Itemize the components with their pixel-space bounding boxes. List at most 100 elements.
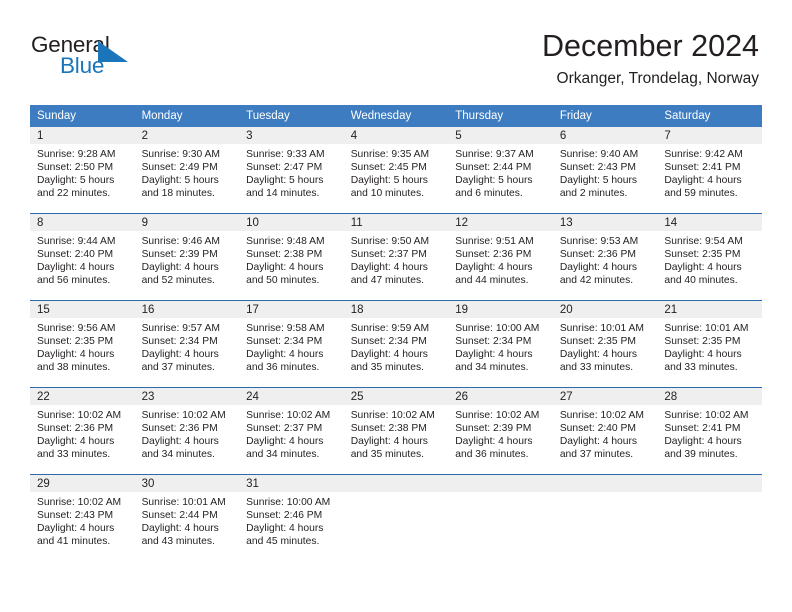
day-details: Sunrise: 9:33 AM Sunset: 2:47 PM Daylight:… bbox=[239, 144, 344, 200]
calendar-day-cell[interactable]: 11 Sunrise: 9:50 AM Sunset: 2:37 PM Dayligh… bbox=[343, 213, 449, 301]
calendar-day-cell[interactable]: 6 Sunrise: 9:40 AM Sunset: 2:43 PM Daylight… bbox=[552, 127, 658, 214]
day-number: 13 bbox=[552, 214, 658, 231]
daylight-duration-line1: Daylight: 4 hours bbox=[350, 262, 428, 274]
calendar-day-cell[interactable]: 22 Sunrise: 10:02 AM Sunset: 2:36 PM Daylig… bbox=[30, 387, 135, 475]
sunset-time: Sunset: 2:36 PM bbox=[455, 249, 532, 261]
calendar-day-cell[interactable]: 15 Sunrise: 9:56 AM Sunset: 2:35 PM Dayligh… bbox=[30, 300, 135, 388]
calendar-day-cell[interactable]: 16 Sunrise: 9:57 AM Sunset: 2:34 PM Dayligh… bbox=[134, 300, 240, 388]
calendar-body: 1 Sunrise: 9:28 AM Sunset: 2:50 PM Daylight… bbox=[30, 127, 762, 557]
calendar-day-cell[interactable]: 27 Sunrise: 10:02 AM Sunset: 2:40 PM Daylig… bbox=[552, 387, 658, 475]
day-details: Sunrise: 9:53 AM Sunset: 2:36 PM Daylight:… bbox=[553, 231, 658, 287]
calendar-day-cell[interactable]: 4 Sunrise: 9:35 AM Sunset: 2:45 PM Daylight… bbox=[343, 127, 449, 214]
calendar-day-cell[interactable]: 14 Sunrise: 9:54 AM Sunset: 2:35 PM Dayligh… bbox=[657, 213, 762, 301]
calendar-day-cell[interactable]: 23 Sunrise: 10:02 AM Sunset: 2:36 PM Daylig… bbox=[134, 387, 240, 475]
day-details: Sunrise: 9:57 AM Sunset: 2:34 PM Daylight:… bbox=[135, 318, 240, 374]
daylight-duration-line2: and 35 minutes. bbox=[350, 449, 424, 461]
calendar-day-cell[interactable]: 26 Sunrise: 10:02 AM Sunset: 2:39 PM Daylig… bbox=[448, 387, 553, 475]
sunrise-time: Sunrise: 9:40 AM bbox=[559, 149, 639, 160]
calendar-day-cell[interactable]: 30 Sunrise: 10:01 AM Sunset: 2:44 PM Daylig… bbox=[134, 474, 240, 557]
sunset-time: Sunset: 2:35 PM bbox=[664, 336, 741, 348]
sunset-time: Sunset: 2:44 PM bbox=[455, 162, 532, 174]
calendar-day-cell[interactable]: 25 Sunrise: 10:02 AM Sunset: 2:38 PM Daylig… bbox=[343, 387, 449, 475]
day-number: 8 bbox=[30, 214, 135, 231]
dow-header-tuesday: Tuesday bbox=[239, 105, 344, 127]
sunset-time: Sunset: 2:35 PM bbox=[559, 336, 636, 348]
day-number bbox=[657, 475, 762, 492]
sunset-time: Sunset: 2:43 PM bbox=[559, 162, 636, 174]
sunset-time: Sunset: 2:38 PM bbox=[246, 249, 323, 261]
sunrise-time: Sunrise: 9:51 AM bbox=[455, 236, 534, 247]
daylight-duration-line2: and 47 minutes. bbox=[350, 275, 424, 287]
calendar-day-cell[interactable]: 18 Sunrise: 9:59 AM Sunset: 2:34 PM Dayligh… bbox=[343, 300, 449, 388]
daylight-duration-line1: Daylight: 4 hours bbox=[559, 262, 638, 274]
calendar-day-cell-inner: 24 Sunrise: 10:02 AM Sunset: 2:37 PM Daylig… bbox=[239, 388, 344, 474]
calendar-day-cell[interactable]: 10 Sunrise: 9:48 AM Sunset: 2:38 PM Dayligh… bbox=[239, 213, 344, 301]
sunset-time: Sunset: 2:34 PM bbox=[246, 336, 323, 348]
calendar-day-cell-inner: 17 Sunrise: 9:58 AM Sunset: 2:34 PM Dayligh… bbox=[239, 301, 344, 387]
title-block: December 2024 Orkanger, Trondelag, Norwa… bbox=[542, 28, 759, 90]
day-details: Sunrise: 10:00 AM Sunset: 2:34 PM Daylight… bbox=[448, 318, 553, 374]
day-number: 23 bbox=[134, 388, 240, 405]
calendar-day-cell-inner: 12 Sunrise: 9:51 AM Sunset: 2:36 PM Dayligh… bbox=[448, 214, 553, 300]
day-number: 22 bbox=[30, 388, 135, 405]
daylight-duration-line1: Daylight: 4 hours bbox=[664, 262, 742, 274]
calendar-day-cell[interactable]: 7 Sunrise: 9:42 AM Sunset: 2:41 PM Daylight… bbox=[657, 127, 762, 214]
daylight-duration-line1: Daylight: 4 hours bbox=[350, 349, 428, 361]
day-details: Sunrise: 10:01 AM Sunset: 2:44 PM Daylight… bbox=[135, 492, 240, 548]
calendar-day-cell[interactable]: 2 Sunrise: 9:30 AM Sunset: 2:49 PM Daylight… bbox=[134, 127, 240, 214]
day-number: 28 bbox=[657, 388, 762, 405]
calendar-day-cell[interactable]: 13 Sunrise: 9:53 AM Sunset: 2:36 PM Dayligh… bbox=[552, 213, 658, 301]
daylight-duration-line1: Daylight: 4 hours bbox=[664, 349, 742, 361]
daylight-duration-line1: Daylight: 4 hours bbox=[37, 523, 115, 535]
calendar-week-row: 1 Sunrise: 9:28 AM Sunset: 2:50 PM Daylight… bbox=[30, 127, 762, 214]
calendar-day-cell[interactable]: 29 Sunrise: 10:02 AM Sunset: 2:43 PM Daylig… bbox=[30, 474, 135, 557]
day-number bbox=[343, 475, 449, 492]
sunrise-time: Sunrise: 10:01 AM bbox=[664, 323, 749, 334]
calendar-day-cell[interactable]: 8 Sunrise: 9:44 AM Sunset: 2:40 PM Daylight… bbox=[30, 213, 135, 301]
daylight-duration-line2: and 52 minutes. bbox=[141, 275, 215, 287]
calendar-day-cell[interactable]: 28 Sunrise: 10:02 AM Sunset: 2:41 PM Daylig… bbox=[657, 387, 762, 475]
daylight-duration-line2: and 45 minutes. bbox=[246, 536, 320, 548]
calendar-day-cell-empty bbox=[657, 474, 762, 557]
calendar-day-cell-inner: 25 Sunrise: 10:02 AM Sunset: 2:38 PM Daylig… bbox=[343, 388, 449, 474]
sunrise-time: Sunrise: 9:46 AM bbox=[141, 236, 220, 247]
day-number: 24 bbox=[239, 388, 344, 405]
calendar-day-cell[interactable]: 19 Sunrise: 10:00 AM Sunset: 2:34 PM Daylig… bbox=[448, 300, 553, 388]
calendar-day-cell[interactable]: 9 Sunrise: 9:46 AM Sunset: 2:39 PM Daylight… bbox=[134, 213, 240, 301]
daylight-duration-line1: Daylight: 4 hours bbox=[246, 262, 324, 274]
calendar-day-cell[interactable]: 21 Sunrise: 10:01 AM Sunset: 2:35 PM Daylig… bbox=[657, 300, 762, 388]
day-number: 3 bbox=[239, 127, 344, 144]
day-number bbox=[552, 475, 658, 492]
sunrise-time: Sunrise: 10:01 AM bbox=[141, 497, 226, 508]
daylight-duration-line1: Daylight: 4 hours bbox=[559, 436, 638, 448]
day-details: Sunrise: 10:02 AM Sunset: 2:36 PM Daylight… bbox=[30, 405, 135, 461]
calendar-day-cell[interactable]: 24 Sunrise: 10:02 AM Sunset: 2:37 PM Daylig… bbox=[239, 387, 344, 475]
sunset-time: Sunset: 2:49 PM bbox=[141, 162, 218, 174]
sunset-time: Sunset: 2:35 PM bbox=[37, 336, 114, 348]
day-of-week-header-row: Sunday Monday Tuesday Wednesday Thursday… bbox=[30, 105, 762, 127]
calendar-day-cell[interactable]: 3 Sunrise: 9:33 AM Sunset: 2:47 PM Daylight… bbox=[239, 127, 344, 214]
daylight-duration-line1: Daylight: 5 hours bbox=[455, 175, 533, 187]
calendar-day-cell-inner: 30 Sunrise: 10:01 AM Sunset: 2:44 PM Daylig… bbox=[134, 475, 240, 557]
daylight-duration-line2: and 37 minutes. bbox=[559, 449, 634, 461]
page-header: General Blue December 2024 Orkanger, Tro… bbox=[0, 0, 792, 104]
calendar-day-cell-empty bbox=[448, 474, 553, 557]
calendar-day-cell[interactable]: 20 Sunrise: 10:01 AM Sunset: 2:35 PM Daylig… bbox=[552, 300, 658, 388]
sunset-time: Sunset: 2:37 PM bbox=[246, 423, 323, 435]
general-blue-logo[interactable]: General Blue bbox=[31, 33, 181, 83]
daylight-duration-line2: and 50 minutes. bbox=[246, 275, 320, 287]
calendar-day-cell[interactable]: 31 Sunrise: 10:00 AM Sunset: 2:46 PM Daylig… bbox=[239, 474, 344, 557]
sunrise-time: Sunrise: 9:58 AM bbox=[246, 323, 325, 334]
day-number: 1 bbox=[30, 127, 135, 144]
day-number: 31 bbox=[239, 475, 344, 492]
day-number: 26 bbox=[448, 388, 553, 405]
sunset-time: Sunset: 2:44 PM bbox=[141, 510, 218, 522]
calendar-day-cell[interactable]: 1 Sunrise: 9:28 AM Sunset: 2:50 PM Daylight… bbox=[30, 127, 135, 214]
daylight-duration-line1: Daylight: 4 hours bbox=[37, 436, 115, 448]
day-details: Sunrise: 10:02 AM Sunset: 2:39 PM Daylight… bbox=[448, 405, 553, 461]
daylight-duration-line2: and 43 minutes. bbox=[141, 536, 215, 548]
calendar-day-cell[interactable]: 5 Sunrise: 9:37 AM Sunset: 2:44 PM Daylight… bbox=[448, 127, 553, 214]
day-number: 5 bbox=[448, 127, 553, 144]
calendar-day-cell[interactable]: 17 Sunrise: 9:58 AM Sunset: 2:34 PM Dayligh… bbox=[239, 300, 344, 388]
calendar-day-cell[interactable]: 12 Sunrise: 9:51 AM Sunset: 2:36 PM Dayligh… bbox=[448, 213, 553, 301]
